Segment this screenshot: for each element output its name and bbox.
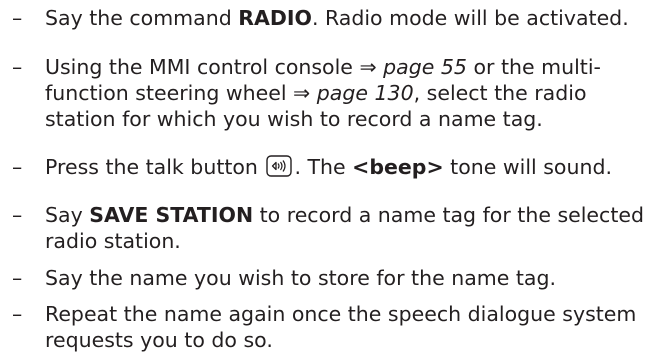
bullet-dash: – xyxy=(12,203,23,227)
step-line: Say the command RADIO. Radio mode will b… xyxy=(45,5,629,31)
command-keyword: SAVE STATION xyxy=(89,203,254,227)
bullet-dash: – xyxy=(12,302,23,326)
step-text: Press the talk button xyxy=(45,155,265,179)
step-line: Using the MMI control console ⇒ page 55 … xyxy=(45,54,601,80)
instruction-page: – Say the command RADIO. Radio mode will… xyxy=(0,0,656,352)
talk-button-icon xyxy=(266,155,293,183)
bullet-dash: – xyxy=(12,6,23,30)
bullet-dash: – xyxy=(12,55,23,79)
step-text: Say the name you wish to store for the n… xyxy=(45,266,556,290)
step-line: radio station. xyxy=(45,228,181,254)
step-text: Repeat the name again once the speech di… xyxy=(45,302,637,326)
step-text: Say the command xyxy=(45,6,239,30)
step-line: Say SAVE STATION to record a name tag fo… xyxy=(45,202,644,228)
step-line: requests you to do so. xyxy=(45,327,273,353)
step-text: Say xyxy=(45,203,90,227)
command-keyword: RADIO xyxy=(238,6,312,30)
step-text: requests you to do so. xyxy=(45,328,273,352)
arrow-symbol: ⇒ xyxy=(293,81,311,105)
step-line: function steering wheel ⇒ page 130, sele… xyxy=(45,80,586,106)
step-text: radio station. xyxy=(45,229,181,253)
step-line: Say the name you wish to store for the n… xyxy=(45,265,556,291)
arrow-symbol: ⇒ xyxy=(359,55,377,79)
bullet-dash: – xyxy=(12,266,23,290)
step-text: . Radio mode will be activated. xyxy=(311,6,629,30)
step-text: or the multi- xyxy=(466,55,601,79)
step-text: . The xyxy=(294,155,353,179)
page-reference: page 55 xyxy=(383,55,467,79)
step-line: station for which you wish to record a n… xyxy=(45,106,543,132)
page-reference: page 130 xyxy=(316,81,414,105)
step-text: function steering wheel xyxy=(45,81,294,105)
step-text: to record a name tag for the selected xyxy=(253,203,644,227)
step-text: station for which you wish to record a n… xyxy=(45,107,543,131)
step-text: Using the MMI control console xyxy=(45,55,360,79)
step-text: tone will sound. xyxy=(443,155,612,179)
step-text: , select the radio xyxy=(413,81,587,105)
bullet-dash: – xyxy=(12,155,23,179)
beep-keyword: <beep> xyxy=(352,155,444,179)
step-line: Press the talk button . The <beep> tone … xyxy=(45,154,612,183)
step-line: Repeat the name again once the speech di… xyxy=(45,301,636,327)
